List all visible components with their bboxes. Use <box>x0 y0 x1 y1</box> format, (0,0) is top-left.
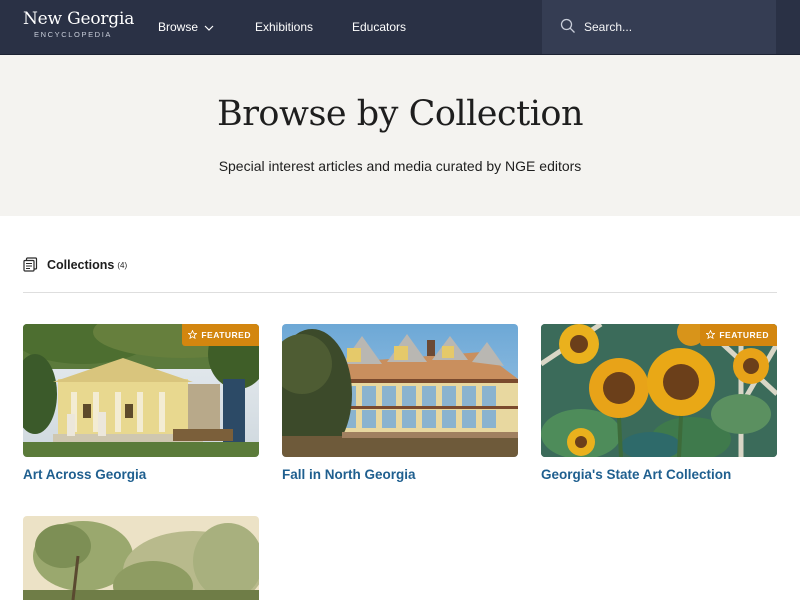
nav-browse-label: Browse <box>158 20 199 34</box>
card-image[interactable] <box>282 324 518 457</box>
site-header: New Georgia ENCYCLOPEDIA Browse Exhibiti… <box>0 0 800 55</box>
featured-badge: FEATURED <box>700 324 777 346</box>
collection-icon <box>23 257 38 277</box>
collections-count: (4) <box>117 261 128 270</box>
collection-card-state-art-collection[interactable]: FEATURED Georgia's State Art Collection <box>541 324 777 489</box>
collections-label-text: Collections <box>47 258 115 272</box>
search-icon[interactable] <box>560 18 576 39</box>
section-divider <box>23 292 777 293</box>
search-input[interactable] <box>584 17 764 37</box>
star-icon <box>706 330 716 340</box>
site-logo[interactable]: New Georgia ENCYCLOPEDIA <box>23 9 135 39</box>
page-subtitle: Special interest articles and media cura… <box>218 158 582 174</box>
nav-exhibitions[interactable]: Exhibitions <box>255 19 313 35</box>
collections-label: Collections (4) <box>47 257 127 274</box>
nav-educators[interactable]: Educators <box>352 19 406 35</box>
collection-card-art-across-georgia[interactable]: FEATURED Art Across Georgia <box>23 324 259 489</box>
nav-exhibitions-label: Exhibitions <box>255 20 314 34</box>
nav-educators-label: Educators <box>352 20 407 34</box>
card-title[interactable]: Art Across Georgia <box>23 466 146 484</box>
collection-card-fall-in-north-georgia[interactable]: Fall in North Georgia <box>282 324 518 489</box>
collection-card-4[interactable] <box>23 516 259 600</box>
card-title[interactable]: Georgia's State Art Collection <box>541 466 731 484</box>
logo-title: New Georgia <box>23 9 135 29</box>
featured-badge: FEATURED <box>182 324 259 346</box>
star-icon <box>188 330 198 340</box>
featured-badge-label: FEATURED <box>201 330 251 340</box>
card-image[interactable]: FEATURED <box>23 324 259 457</box>
logo-subtitle: ENCYCLOPEDIA <box>34 30 112 39</box>
card-image[interactable]: FEATURED <box>541 324 777 457</box>
featured-badge-label: FEATURED <box>719 330 769 340</box>
page-title: Browse by Collection <box>216 94 584 134</box>
search-box[interactable] <box>542 0 776 54</box>
card-image[interactable] <box>23 516 259 600</box>
hero-banner: Browse by Collection Special interest ar… <box>0 55 800 216</box>
nav-browse[interactable]: Browse <box>158 19 214 35</box>
card-title[interactable]: Fall in North Georgia <box>282 466 416 484</box>
chevron-down-icon <box>204 19 214 35</box>
